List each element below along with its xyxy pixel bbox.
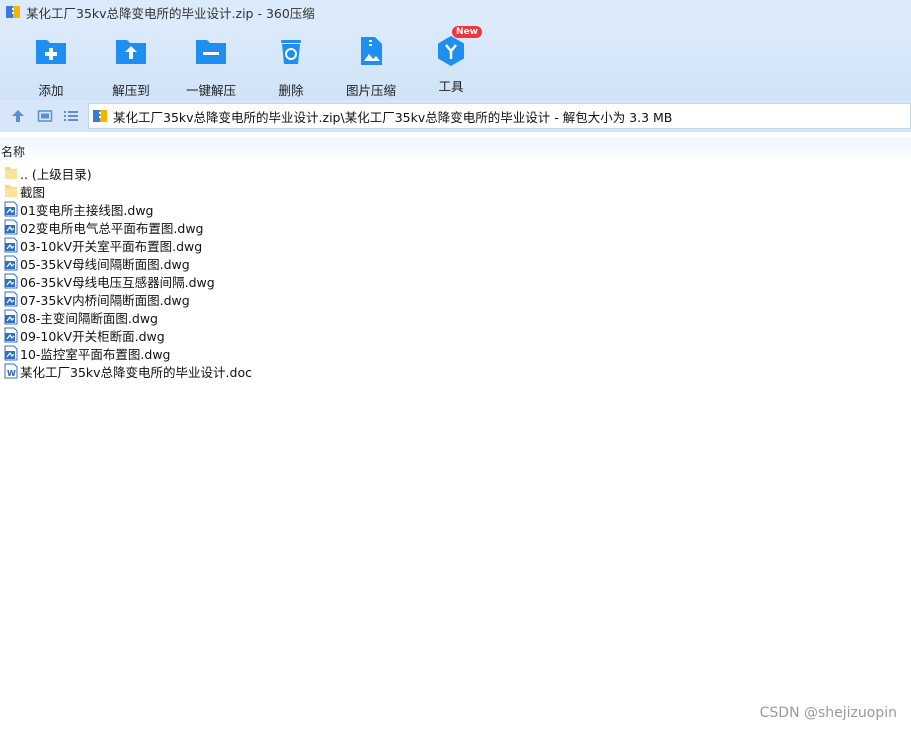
file-name: 01变电所主接线图.dwg (20, 202, 154, 218)
file-list-row[interactable]: 08-主变间隔断面图.dwg (0, 308, 911, 326)
add-label: 添加 (38, 83, 64, 98)
file-list-row[interactable]: .. (上级目录) (0, 164, 911, 182)
file-list-row[interactable]: 01变电所主接线图.dwg (0, 200, 911, 218)
one-click-extract-icon (196, 40, 226, 64)
file-name: 截图 (20, 184, 46, 200)
one-click-extract-label: 一键解压 (185, 83, 236, 98)
file-list-row[interactable]: 03-10kV开关室平面布置图.dwg (0, 236, 911, 254)
file-name: 07-35kV内桥间隔断面图.dwg (20, 292, 190, 308)
dwg-file-icon (4, 345, 18, 361)
word-doc-icon: W (4, 363, 18, 379)
add-button[interactable]: 添加 (6, 34, 96, 99)
new-badge: New (452, 26, 482, 38)
dwg-file-icon (4, 327, 18, 343)
file-list-row[interactable]: 05-35kV母线间隔断面图.dwg (0, 254, 911, 272)
tools-button[interactable]: New 工具 (406, 26, 496, 95)
delete-label: 删除 (278, 83, 304, 98)
dwg-file-icon (4, 237, 18, 253)
extract-folder-icon (116, 40, 146, 64)
file-list-row[interactable]: 07-35kV内桥间隔断面图.dwg (0, 290, 911, 308)
title-bar: 某化工厂35kv总降变电所的毕业设计.zip - 360压缩 (0, 0, 911, 24)
watermark: CSDN @shejizuopin (759, 705, 897, 721)
dwg-file-icon (4, 201, 18, 217)
window-title: 某化工厂35kv总降变电所的毕业设计.zip - 360压缩 (26, 5, 315, 21)
file-list-row[interactable]: 截图 (0, 182, 911, 200)
navigation-bar: 某化工厂35kv总降变电所的毕业设计.zip\某化工厂35kv总降变电所的毕业设… (0, 100, 911, 132)
delete-button[interactable]: 删除 (246, 34, 336, 99)
toolbar: 添加 解压到 一键解压 删除 图片压缩 New 工具 (0, 24, 911, 100)
address-path: 某化工厂35kv总降变电所的毕业设计.zip\某化工厂35kv总降变电所的毕业设… (113, 109, 673, 125)
dwg-file-icon (4, 219, 18, 235)
dwg-file-icon (4, 309, 18, 325)
file-list-row[interactable]: 06-35kV母线电压互感器间隔.dwg (0, 272, 911, 290)
file-name: 08-主变间隔断面图.dwg (20, 310, 158, 326)
tools-icon-wrap: New (434, 26, 482, 68)
trash-icon (281, 40, 301, 64)
tools-label: 工具 (438, 79, 464, 94)
file-list-row[interactable]: 02变电所电气总平面布置图.dwg (0, 218, 911, 236)
file-name: 02变电所电气总平面布置图.dwg (20, 220, 204, 236)
address-bar[interactable]: 某化工厂35kv总降变电所的毕业设计.zip\某化工厂35kv总降变电所的毕业设… (88, 103, 911, 129)
file-list-row[interactable]: 10-监控室平面布置图.dwg (0, 344, 911, 362)
file-name: 某化工厂35kv总降变电所的毕业设计.doc (20, 364, 252, 380)
file-name: .. (上级目录) (20, 166, 92, 182)
zip-archive-icon (6, 6, 20, 18)
image-compress-button[interactable]: 图片压缩 (326, 34, 416, 99)
file-name: 10-监控室平面布置图.dwg (20, 346, 171, 362)
file-list-row[interactable]: 09-10kV开关柜断面.dwg (0, 326, 911, 344)
folder-icon (5, 185, 17, 197)
dwg-file-icon (4, 273, 18, 289)
image-compress-label: 图片压缩 (345, 83, 396, 98)
extract-to-label: 解压到 (112, 83, 150, 98)
column-header: 名称 (0, 138, 911, 162)
add-folder-icon (36, 40, 66, 64)
extract-to-button[interactable]: 解压到 (86, 34, 176, 99)
file-list-row[interactable]: W 某化工厂35kv总降变电所的毕业设计.doc (0, 362, 911, 380)
thumbnail-view-icon[interactable] (37, 108, 53, 124)
svg-text:W: W (7, 369, 16, 378)
file-name: 09-10kV开关柜断面.dwg (20, 328, 165, 344)
dwg-file-icon (4, 291, 18, 307)
tools-cube-icon (438, 36, 464, 66)
list-view-icon[interactable] (63, 108, 79, 124)
one-click-extract-button[interactable]: 一键解压 (166, 34, 256, 99)
image-compress-icon (361, 37, 382, 65)
column-name-header[interactable]: 名称 (1, 143, 25, 160)
file-name: 05-35kV母线间隔断面图.dwg (20, 256, 190, 272)
file-list: .. (上级目录) 截图 01变电所主接线图.dwg 02变电所电气总平面布置图.dw… (0, 164, 911, 380)
file-name: 03-10kV开关室平面布置图.dwg (20, 238, 203, 254)
dwg-file-icon (4, 255, 18, 271)
file-name: 06-35kV母线电压互感器间隔.dwg (20, 274, 215, 290)
up-arrow-icon[interactable] (10, 108, 26, 124)
folder-icon (5, 167, 17, 179)
zip-archive-icon (93, 110, 107, 122)
